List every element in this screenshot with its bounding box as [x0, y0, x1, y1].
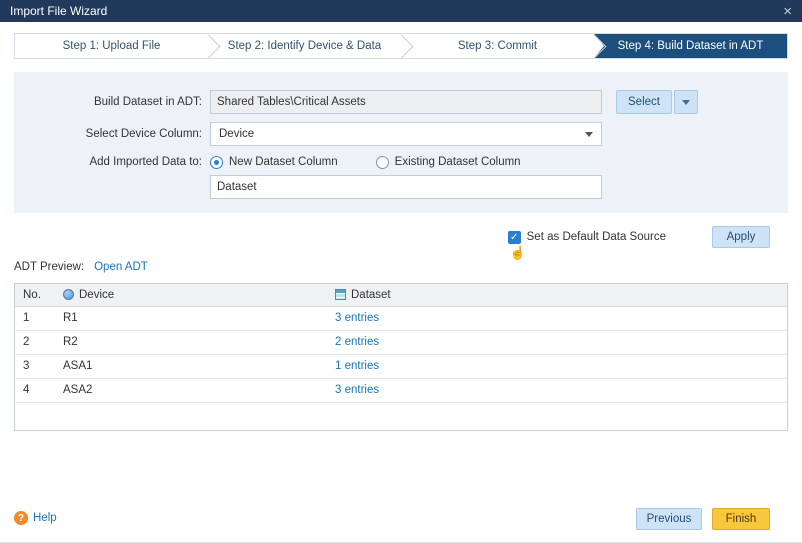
- radio-new-dataset-column[interactable]: New Dataset Column: [210, 156, 338, 169]
- step-tab-build-dataset[interactable]: Step 4: Build Dataset in ADT: [594, 34, 787, 58]
- step-label: Step 2: Identify Device & Data: [228, 40, 381, 52]
- cell-no: 3: [15, 354, 55, 378]
- finish-button[interactable]: Finish: [712, 508, 770, 530]
- device-icon: [63, 289, 74, 300]
- chevron-down-icon: [682, 100, 690, 105]
- apply-button[interactable]: Apply: [712, 226, 770, 248]
- cell-device: ASA1: [55, 354, 327, 378]
- column-header-no[interactable]: No.: [15, 284, 55, 306]
- step-tab-commit[interactable]: Step 3: Commit: [401, 34, 594, 58]
- table-row: 1 R1 3 entries: [15, 306, 787, 330]
- table-row: 4 ASA2 3 entries: [15, 378, 787, 402]
- radio-new-label: New Dataset Column: [229, 156, 338, 168]
- step-label: Step 1: Upload File: [63, 40, 161, 52]
- apply-row: ✓ Set as Default Data Source ☝ Apply: [508, 226, 770, 248]
- footer-buttons: Previous Finish: [636, 508, 770, 530]
- form-panel: Build Dataset in ADT: Select Select Devi…: [14, 72, 788, 213]
- select-button[interactable]: Select: [616, 90, 672, 114]
- checkbox-checked-icon: ✓: [508, 231, 521, 244]
- table-row: 3 ASA1 1 entries: [15, 354, 787, 378]
- radio-existing-label: Existing Dataset Column: [395, 156, 521, 168]
- wizard-steps: Step 1: Upload File Step 2: Identify Dev…: [14, 33, 788, 59]
- entries-link[interactable]: 3 entries: [335, 384, 379, 396]
- cell-device: ASA2: [55, 378, 327, 402]
- device-column-label: Select Device Column:: [14, 128, 202, 140]
- adt-preview-label: ADT Preview:: [14, 261, 84, 273]
- entries-link[interactable]: 2 entries: [335, 336, 379, 348]
- select-dropdown-button[interactable]: [674, 90, 698, 114]
- window-title: Import File Wizard: [10, 4, 783, 18]
- cell-no: 1: [15, 306, 55, 330]
- step-label: Step 3: Commit: [458, 40, 537, 52]
- table-row: 2 R2 2 entries: [15, 330, 787, 354]
- radio-existing-dataset-column[interactable]: Existing Dataset Column: [376, 156, 521, 169]
- cell-no: 4: [15, 378, 55, 402]
- default-source-label: Set as Default Data Source: [527, 231, 666, 243]
- device-column-selected-value: Device: [219, 128, 254, 140]
- adt-preview-table: No. Device Dataset: [14, 283, 788, 431]
- new-dataset-column-field[interactable]: [210, 175, 602, 199]
- cell-device: R2: [55, 330, 327, 354]
- build-dataset-path-field[interactable]: [210, 90, 602, 114]
- device-column-select[interactable]: Device: [210, 122, 602, 146]
- column-header-device-label: Device: [79, 289, 114, 301]
- default-source-checkbox[interactable]: ✓ Set as Default Data Source ☝: [508, 231, 666, 244]
- column-header-device[interactable]: Device: [55, 284, 327, 306]
- help-row: ? Help: [14, 511, 57, 525]
- add-imported-data-label: Add Imported Data to:: [14, 156, 202, 168]
- step-label: Step 4: Build Dataset in ADT: [618, 40, 764, 52]
- entries-link[interactable]: 3 entries: [335, 312, 379, 324]
- help-link[interactable]: Help: [33, 512, 57, 524]
- cursor-icon: ☝: [510, 245, 526, 261]
- column-header-dataset[interactable]: Dataset: [327, 284, 787, 306]
- radio-button-icon: [210, 156, 223, 169]
- radio-button-icon: [376, 156, 389, 169]
- entries-link[interactable]: 1 entries: [335, 360, 379, 372]
- import-file-wizard-dialog: Import File Wizard × Step 1: Upload File…: [0, 0, 802, 543]
- titlebar: Import File Wizard ×: [0, 0, 802, 22]
- help-icon: ?: [14, 511, 28, 525]
- build-dataset-label: Build Dataset in ADT:: [14, 96, 202, 108]
- dataset-icon: [335, 289, 346, 300]
- cell-no: 2: [15, 330, 55, 354]
- table-header-row: No. Device Dataset: [15, 284, 787, 306]
- column-header-dataset-label: Dataset: [351, 289, 391, 301]
- step-tab-identify-device[interactable]: Step 2: Identify Device & Data: [208, 34, 401, 58]
- chevron-down-icon: [585, 132, 593, 137]
- cell-device: R1: [55, 306, 327, 330]
- previous-button[interactable]: Previous: [636, 508, 702, 530]
- adt-preview-row: ADT Preview: Open ADT: [14, 261, 148, 273]
- step-tab-upload-file[interactable]: Step 1: Upload File: [15, 34, 208, 58]
- close-icon[interactable]: ×: [783, 4, 792, 19]
- open-adt-link[interactable]: Open ADT: [94, 261, 148, 273]
